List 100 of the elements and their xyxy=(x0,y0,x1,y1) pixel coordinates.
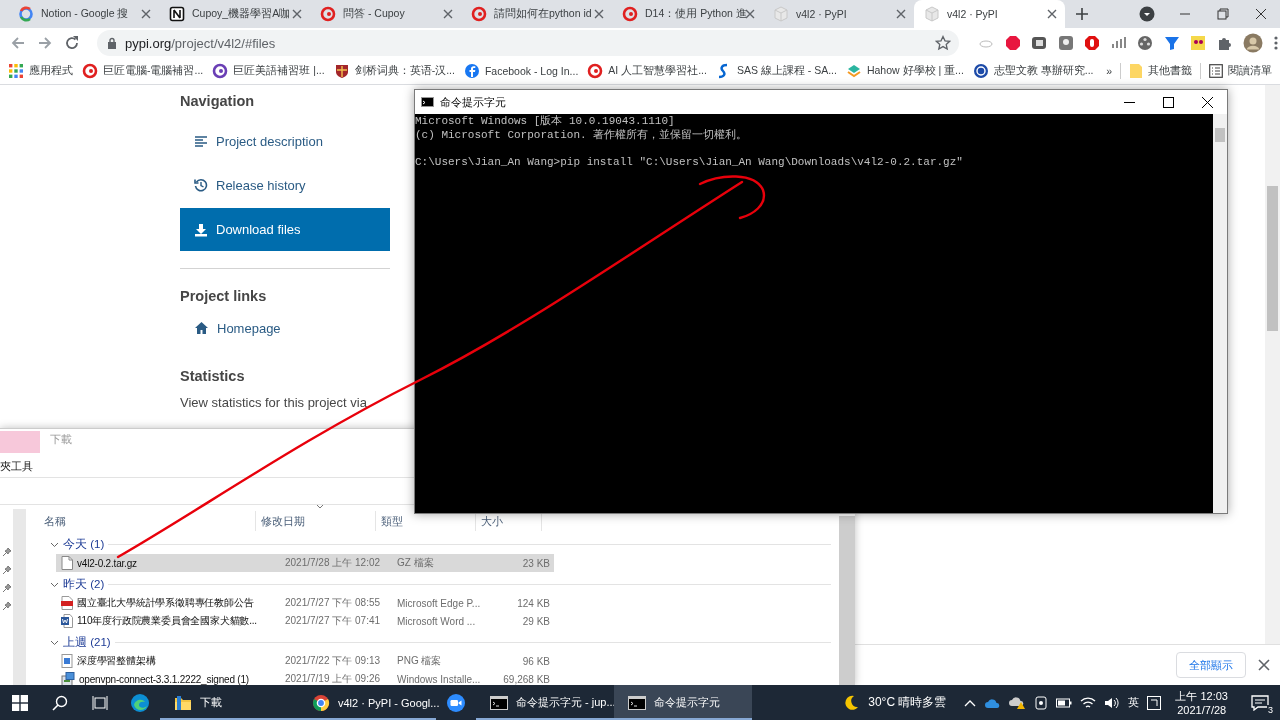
browser-tab[interactable]: 請問如何在python id xyxy=(461,0,612,28)
section-heading: Statistics xyxy=(180,368,245,384)
star-icon[interactable] xyxy=(935,35,951,51)
ime-mode-icon[interactable] xyxy=(1147,695,1162,710)
bookmark[interactable]: 應用程式 xyxy=(8,63,73,79)
terminal-icon[interactable] xyxy=(490,695,508,710)
taskbar-app[interactable]: 命令提示字元 xyxy=(614,685,752,720)
extension-icon[interactable] xyxy=(1031,35,1047,51)
scrollbar[interactable] xyxy=(1213,114,1227,513)
cloud-icon[interactable] xyxy=(984,696,1001,709)
chrome-icon[interactable] xyxy=(312,693,330,712)
browser-tab[interactable]: Cupoy_機器學習A咖 xyxy=(159,0,310,28)
sidebar-link[interactable]: Project description xyxy=(180,119,390,163)
file-date: 2021/7/28 上午 12:02 xyxy=(284,556,382,570)
scrollbar[interactable] xyxy=(1265,85,1280,644)
taskbar-app[interactable]: 命令提示字元 - jup... xyxy=(476,685,614,720)
terminal-icon[interactable] xyxy=(628,695,646,710)
clock-date[interactable]: 2021/7/28 xyxy=(1177,702,1227,717)
maximize-icon[interactable] xyxy=(1163,96,1174,108)
file-type: Microsoft Edge P... xyxy=(396,597,482,609)
folder-icon[interactable] xyxy=(174,694,192,711)
file-date: 2021/7/19 上午 09:26 xyxy=(284,672,382,686)
bookmarks-overflow[interactable]: » xyxy=(1106,65,1112,77)
group-header[interactable]: 昨天 (2) xyxy=(63,576,105,592)
file-name: 國立臺北大學統計學系徵聘專任教師公告 xyxy=(77,596,254,610)
diamond-icon xyxy=(845,63,862,79)
close-icon[interactable] xyxy=(1255,8,1267,20)
new-tab-icon[interactable] xyxy=(1075,7,1089,21)
browser-tab[interactable]: Notion - Google 搜 xyxy=(8,0,159,28)
wifi-icon[interactable] xyxy=(1080,695,1097,710)
funnel-icon[interactable] xyxy=(1163,35,1180,51)
file-type: Microsoft Word ... xyxy=(396,615,477,627)
file-row[interactable]: 110年度行政院農業委員會全國家犬貓數... 2021/7/27 下午 07:41 Microsoft Word ... 29 KB xyxy=(56,612,554,630)
sidebar-link[interactable]: Release history xyxy=(180,163,390,207)
video-camera-icon[interactable] xyxy=(446,692,466,713)
cloud-warning-icon[interactable] xyxy=(1008,695,1027,710)
bookmark[interactable]: Hahow 好學校 | 重... xyxy=(845,63,964,79)
ribbon-tab[interactable]: 夾工具 xyxy=(0,458,33,474)
sidebar-link[interactable]: Download files xyxy=(180,208,390,251)
speaker-icon[interactable] xyxy=(1104,695,1121,710)
file-row[interactable]: 深度學習整體架構 2021/7/22 下午 09:13 PNG 檔案 96 KB xyxy=(56,652,554,670)
close-icon[interactable] xyxy=(1202,96,1213,108)
bookmark[interactable]: SAS 線上課程 - SA... xyxy=(715,63,837,79)
search-icon[interactable] xyxy=(52,694,68,711)
browser-tab[interactable]: v4l2 · PyPI xyxy=(914,0,1065,28)
bookmark-folder[interactable]: 其他書籤 xyxy=(1129,63,1192,79)
extension-icon[interactable] xyxy=(1057,35,1074,51)
swirl-icon[interactable] xyxy=(130,692,150,713)
file-row[interactable]: v4l2-0.2.tar.gz 2021/7/28 上午 12:02 GZ 檔案 23 KB xyxy=(56,554,554,572)
chevron-up-icon[interactable] xyxy=(964,698,977,707)
taskbar-app[interactable]: 下載 xyxy=(160,685,298,720)
bookmark[interactable]: 剑桥词典：英语-汉... xyxy=(333,63,455,79)
close-icon[interactable] xyxy=(1047,9,1057,19)
sidebar-link[interactable]: Homepage xyxy=(180,307,390,349)
bookmark[interactable]: 巨匠電腦-電腦補習... xyxy=(82,63,204,79)
reading-list[interactable]: 閱讀清單 xyxy=(1209,64,1272,78)
restore-icon[interactable] xyxy=(1217,8,1229,20)
group-header[interactable]: 上週 (21) xyxy=(63,634,111,650)
browser-tab[interactable]: D14：使用 Python 進 xyxy=(612,0,763,28)
clock-time[interactable]: 上午 12:03 xyxy=(1175,688,1228,703)
close-icon[interactable] xyxy=(1258,659,1270,671)
bar-chart-icon[interactable] xyxy=(1110,35,1127,51)
bookmark[interactable]: 巨匠美語補習班 |... xyxy=(212,63,325,79)
device-icon[interactable] xyxy=(1034,695,1049,710)
film-reel-icon[interactable] xyxy=(1137,35,1153,51)
swirl-icon xyxy=(320,6,336,22)
column-header[interactable]: 大小 xyxy=(476,513,503,529)
avatar-icon[interactable] xyxy=(1243,33,1263,53)
start-icon[interactable] xyxy=(12,694,28,711)
swirl-icon xyxy=(471,6,487,22)
more-icon[interactable] xyxy=(1273,35,1278,51)
task-view-icon[interactable] xyxy=(92,694,108,711)
profile-dropdown-icon[interactable] xyxy=(1139,6,1155,22)
bookmark[interactable]: AI 人工智慧學習社... xyxy=(587,63,707,79)
puzzle-icon[interactable] xyxy=(1216,35,1233,51)
file-row[interactable]: 國立臺北大學統計學系徵聘專任教師公告 2021/7/27 下午 08:55 Microsoft Edge P... 124 KB xyxy=(56,594,554,612)
reload-icon[interactable] xyxy=(64,35,80,51)
browser-tab[interactable]: 問答 - Cupoy xyxy=(310,0,461,28)
notification-icon[interactable] xyxy=(1251,694,1269,711)
file-type: Windows Installe... xyxy=(396,673,482,685)
file-row[interactable]: openvpn-connect-3.3.1.2222_signed (1) 2021/7/19 上午 09:26 Windows Installe... 69,268 KB xyxy=(56,670,554,688)
back-icon[interactable] xyxy=(10,35,26,51)
scrollbar[interactable] xyxy=(839,516,855,686)
weather-text[interactable]: 30°C 晴時多雲 xyxy=(868,694,947,711)
input-language[interactable]: 英 xyxy=(1128,695,1140,710)
column-header[interactable]: 修改日期 xyxy=(256,513,305,529)
address-bar[interactable]: pypi.org/project/v4l2/#files xyxy=(97,30,959,56)
hand-icon[interactable] xyxy=(1084,35,1100,51)
bookmark[interactable]: Facebook - Log In... xyxy=(463,63,579,79)
browser-tab[interactable]: v4l2 · PyPI xyxy=(763,0,914,28)
bookmark[interactable]: 志聖文教 專辦研究... xyxy=(972,63,1094,79)
column-header[interactable]: 名稱 xyxy=(44,513,66,529)
extension-icon[interactable] xyxy=(1190,35,1206,51)
column-header[interactable]: 類型 xyxy=(376,513,403,529)
show-all-button[interactable]: 全部顯示 xyxy=(1176,652,1246,678)
forward-icon[interactable] xyxy=(37,35,53,51)
scrollbar[interactable] xyxy=(13,509,26,686)
group-header[interactable]: 今天 (1) xyxy=(63,536,105,552)
battery-icon[interactable] xyxy=(1056,697,1073,708)
stop-sign-icon[interactable] xyxy=(1004,35,1021,51)
